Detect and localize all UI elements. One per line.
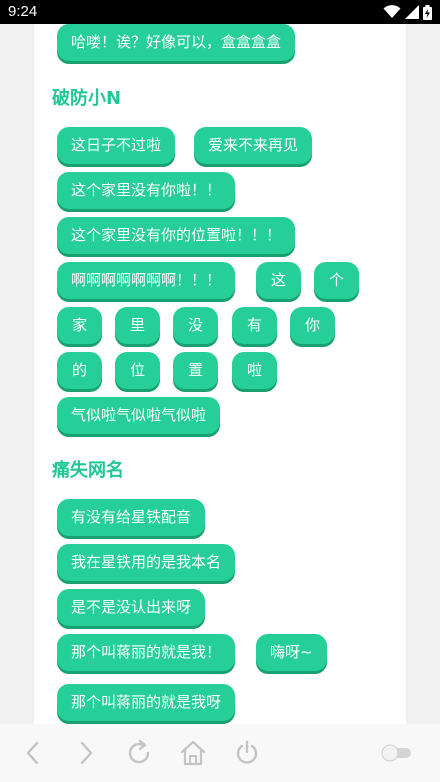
home-icon[interactable] xyxy=(178,738,208,768)
voice-button[interactable]: 爱来不来再见 xyxy=(194,127,313,164)
voice-button[interactable]: 哈喽！诶？好像可以，盒盒盒盒 xyxy=(57,24,296,61)
voice-button[interactable]: 的 xyxy=(57,352,102,389)
voice-button[interactable]: 你 xyxy=(290,307,335,344)
voice-button[interactable]: 这个家里没有你的位置啦！！！ xyxy=(57,217,296,254)
voice-button[interactable]: 有没有给星铁配音 xyxy=(57,499,206,536)
voice-button[interactable]: 那个叫蒋丽的就是我！ xyxy=(57,634,236,671)
voice-button[interactable]: 家 xyxy=(57,307,102,344)
back-icon[interactable] xyxy=(18,738,48,768)
voice-button[interactable]: 气似啦气似啦气似啦 xyxy=(57,397,221,434)
voice-button[interactable]: 我在星铁用的是我本名 xyxy=(57,544,236,581)
status-icons xyxy=(383,4,432,20)
voice-button[interactable]: 嗨呀~ xyxy=(256,634,327,671)
voice-button[interactable]: 这 xyxy=(256,262,301,299)
status-time: 9:24 xyxy=(8,3,38,20)
voice-button[interactable]: 个 xyxy=(314,262,359,299)
voice-button[interactable]: 这个家里没有你啦！！ xyxy=(57,172,236,209)
bottom-nav xyxy=(0,724,440,782)
voice-button[interactable]: 置 xyxy=(173,352,218,389)
voice-button[interactable]: 有 xyxy=(232,307,277,344)
voice-button[interactable]: 那个叫蒋丽的就是我呀 xyxy=(57,684,236,721)
voice-button[interactable]: 没 xyxy=(173,307,218,344)
power-icon[interactable] xyxy=(232,738,262,768)
voice-button[interactable]: 位 xyxy=(115,352,160,389)
status-bar: 9:24 xyxy=(0,0,440,24)
toggle-switch[interactable] xyxy=(380,743,414,763)
forward-icon[interactable] xyxy=(71,738,101,768)
voice-button[interactable]: 里 xyxy=(115,307,160,344)
section-title: 痛失网名 xyxy=(52,460,124,481)
wifi-icon xyxy=(383,5,401,18)
signal-icon xyxy=(405,5,419,19)
voice-button[interactable]: 是不是没认出来呀 xyxy=(57,589,206,626)
voice-button[interactable]: 啊啊啊啊啊啊啊！！！ xyxy=(57,262,236,299)
voice-button[interactable]: 啦 xyxy=(232,352,277,389)
reload-icon[interactable] xyxy=(124,738,154,768)
battery-icon xyxy=(423,4,432,20)
section-title: 破防小N xyxy=(52,88,122,109)
content-area[interactable]: 哈喽！诶？好像可以，盒盒盒盒 破防小N 这日子不过啦 爱来不来再见 这个家里没有… xyxy=(0,24,440,724)
voice-button[interactable]: 这日子不过啦 xyxy=(57,127,176,164)
